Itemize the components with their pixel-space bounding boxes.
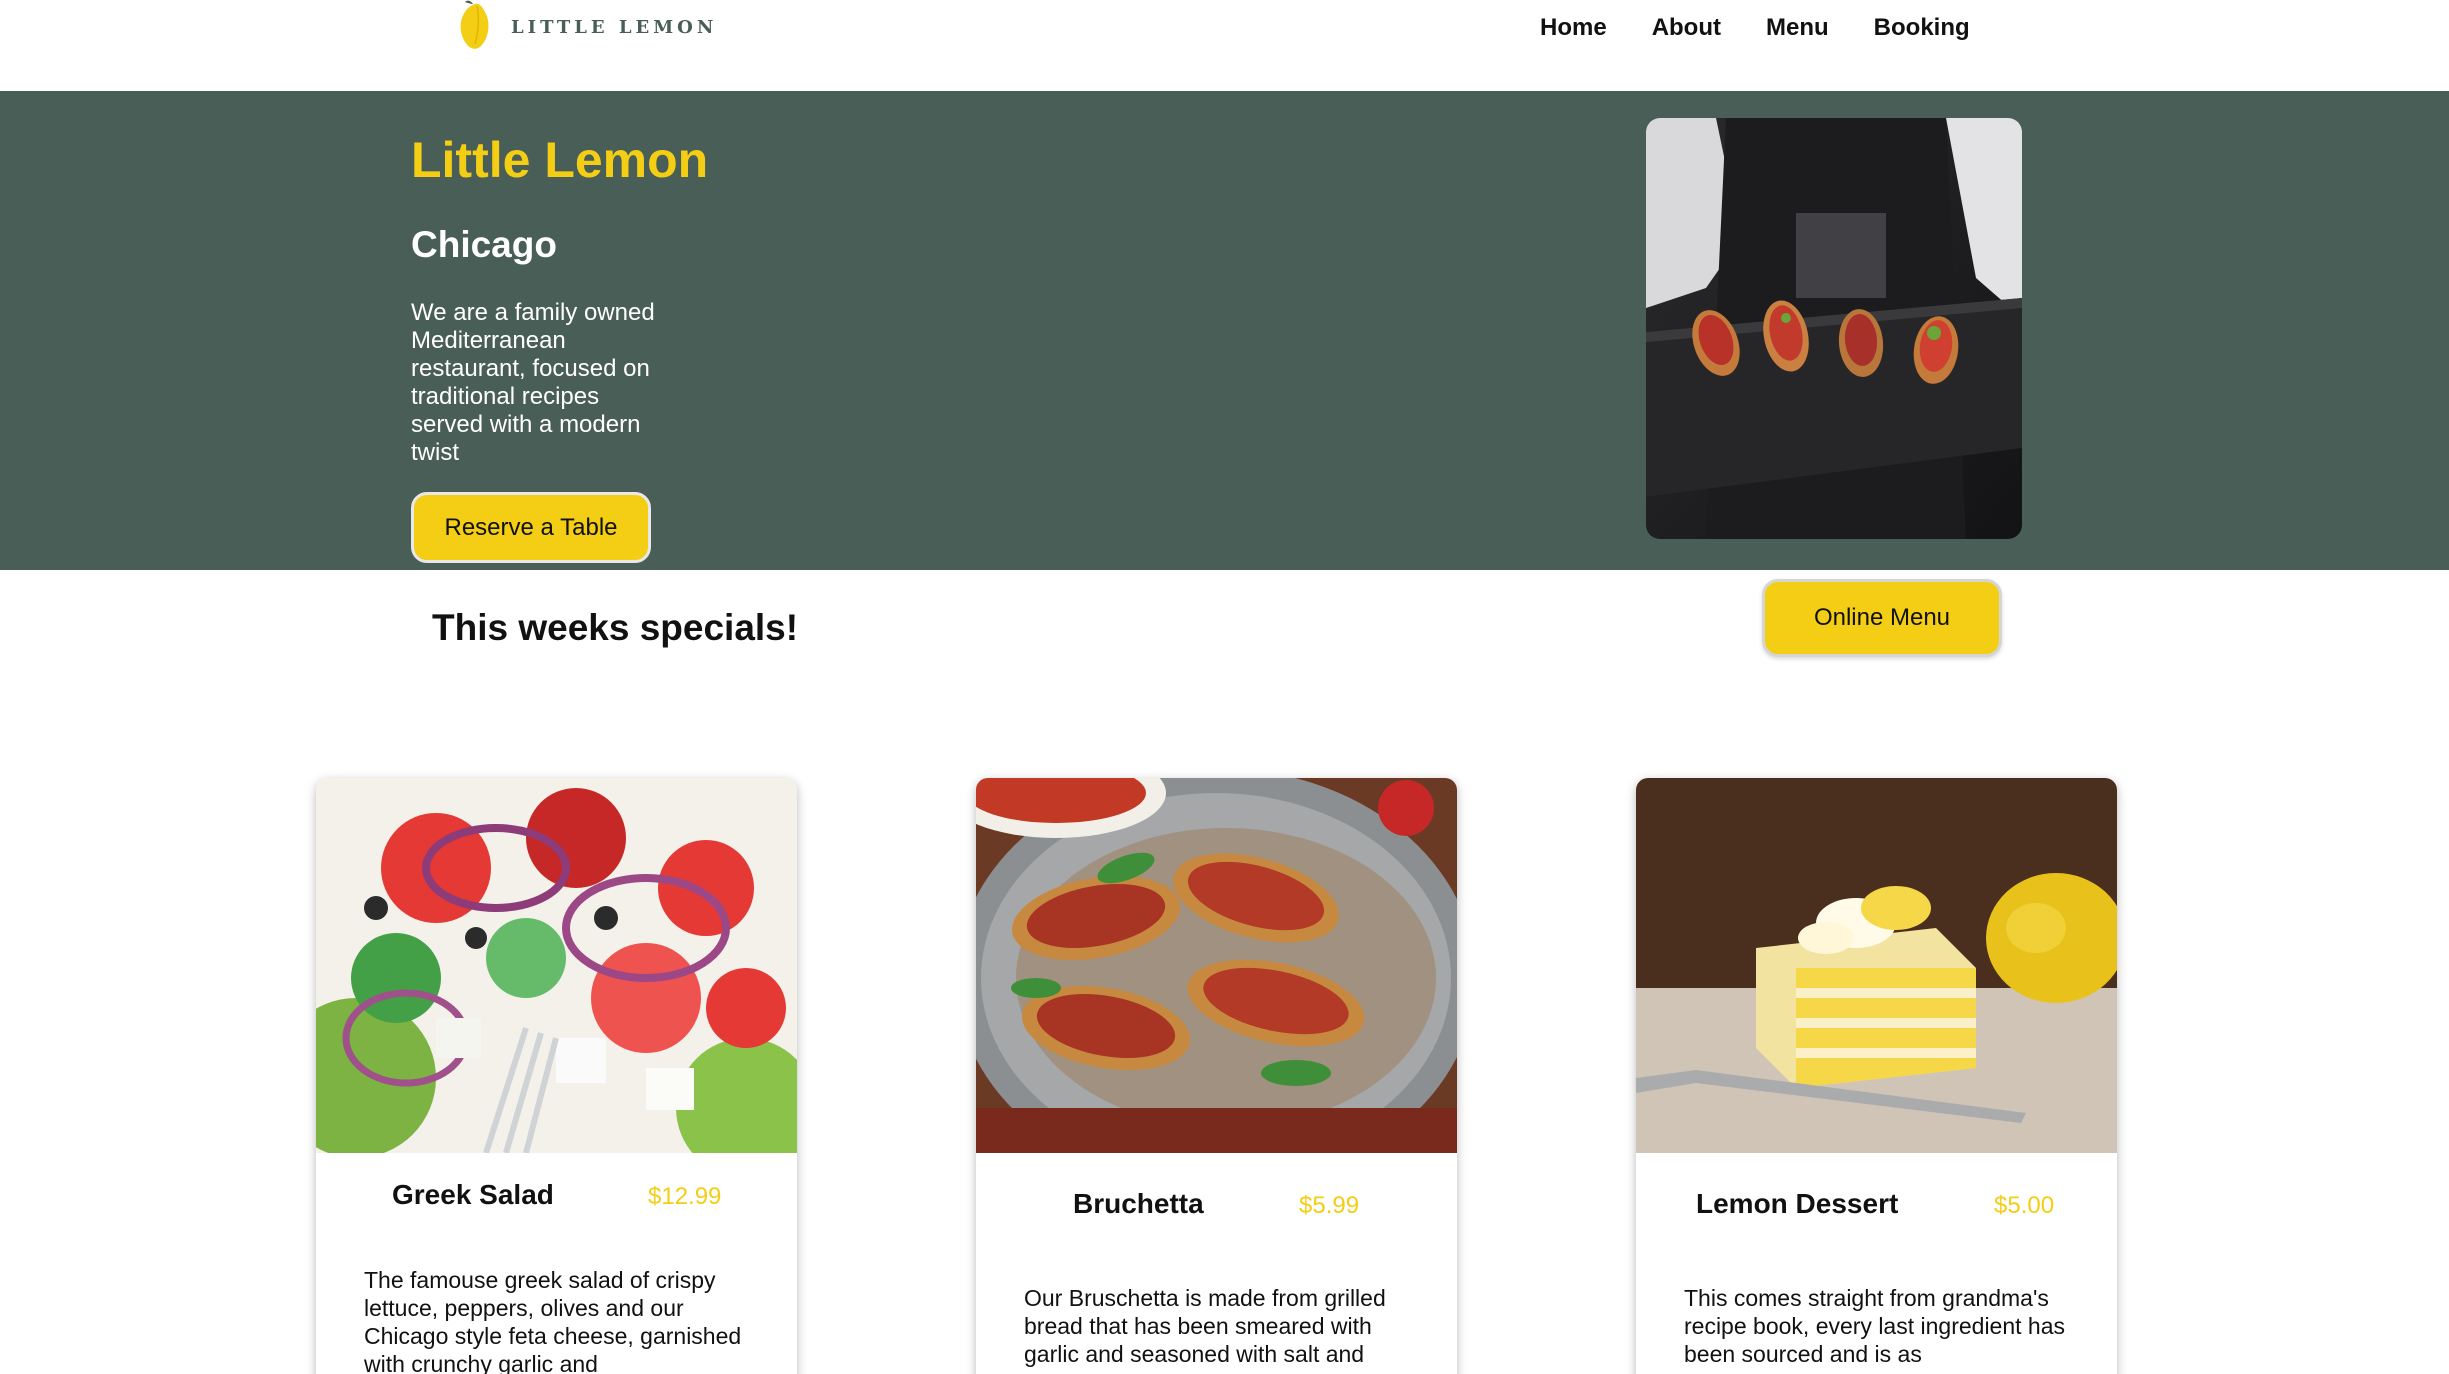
special-card-lemon-dessert[interactable]: Lemon Dessert $5.00 This comes straight … — [1636, 778, 2117, 1374]
online-menu-button[interactable]: Online Menu — [1762, 579, 2002, 657]
reserve-table-button[interactable]: Reserve a Table — [411, 492, 651, 563]
greek-salad-image — [316, 778, 797, 1178]
logo-text: LITTLE LEMON — [511, 16, 718, 38]
card-title: Greek Salad — [392, 1179, 554, 1210]
special-card-bruchetta[interactable]: Bruchetta $5.99 Our Bruschetta is made f… — [976, 778, 1457, 1374]
card-price: $12.99 — [648, 1183, 722, 1210]
bruchetta-image — [976, 778, 1457, 1188]
hero-section: Little Lemon Chicago We are a family own… — [0, 91, 2449, 570]
site-header: LITTLE LEMON Home About Menu Booking — [0, 0, 2449, 91]
nav-home[interactable]: Home — [1540, 14, 1607, 42]
specials-title: This weeks specials! — [432, 607, 799, 648]
nav-booking[interactable]: Booking — [1874, 14, 1970, 42]
lemon-icon — [460, 0, 489, 49]
card-price: $5.99 — [1299, 1192, 1360, 1219]
card-price: $5.00 — [1994, 1192, 2055, 1219]
hero-title: Little Lemon — [411, 132, 709, 188]
card-description: The famouse greek salad of crispy lettuc… — [364, 1267, 742, 1374]
lemon-dessert-image — [1636, 778, 2117, 1153]
logo[interactable]: LITTLE LEMON — [455, 0, 717, 54]
hero-description: We are a family owned Mediterranean rest… — [411, 299, 655, 466]
main-nav: Home About Menu Booking — [1540, 14, 2015, 42]
nav-about[interactable]: About — [1652, 14, 1721, 42]
card-description: Our Bruschetta is made from grilled brea… — [1024, 1285, 1386, 1367]
card-title: Lemon Dessert — [1696, 1188, 1899, 1219]
special-card-greek-salad[interactable]: Greek Salad $12.99 The famouse greek sal… — [316, 778, 797, 1374]
nav-menu[interactable]: Menu — [1766, 14, 1829, 42]
card-description: This comes straight from grandma's recip… — [1684, 1285, 2065, 1367]
hero-subtitle: Chicago — [411, 224, 557, 265]
card-title: Bruchetta — [1073, 1188, 1204, 1219]
hero-image — [1646, 118, 2022, 539]
